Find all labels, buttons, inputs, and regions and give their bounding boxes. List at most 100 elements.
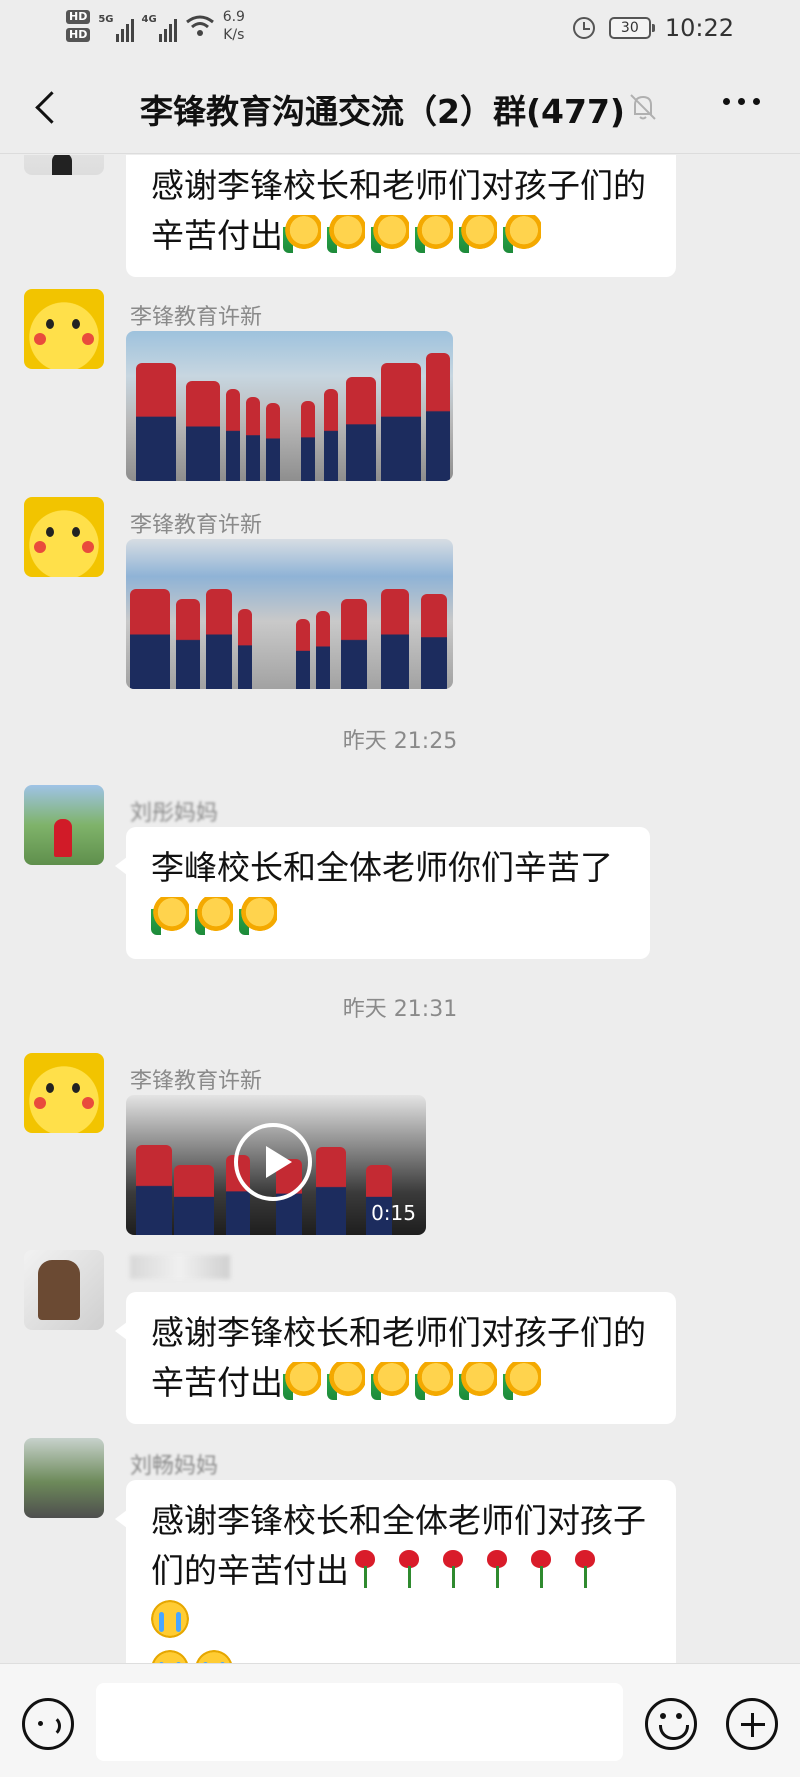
rose-emoji [569,1550,599,1588]
voice-icon[interactable] [22,1698,74,1750]
avatar[interactable] [24,1438,104,1518]
thumbs-up-emoji [371,215,409,253]
photo-person [421,594,447,689]
thumbs-up-emoji [415,215,453,253]
plus-icon[interactable] [726,1698,778,1750]
photo-person [324,389,338,481]
signal-5g-icon: 5G [98,10,134,42]
rose-emoji [481,1550,511,1588]
signal-4g-icon: 4G [142,10,177,42]
message-input[interactable] [96,1683,623,1761]
hd-indicators: HD HD [66,10,91,42]
thumbs-up-emoji [327,215,365,253]
rose-emoji [525,1550,555,1588]
sender-name-blurred [130,1254,230,1279]
sender-name-text: 刘畅妈妈 [130,1454,219,1479]
speed-unit: K/s [223,27,245,43]
bubble-text: 们的辛苦付出 [151,1551,349,1590]
net-label-5g: 5G [98,14,114,25]
signal-bar [125,24,129,42]
battery-icon: 30 [608,17,655,39]
back-icon[interactable] [28,86,68,126]
avatar-figure [52,155,72,175]
thumbs-up-emoji [415,1362,453,1400]
photo-person [176,599,200,689]
hd-badge-2: HD [66,28,91,42]
bubble-text: 感谢李锋校长和老师们对孩子们的 [151,166,646,205]
avatar-figure [54,819,72,857]
photo-person [296,619,310,689]
avatar[interactable] [24,1053,104,1133]
signal-bar [120,29,124,42]
bubble-text: 感谢李锋校长和全体老师们对孩子 [151,1501,646,1540]
signal-bar [163,29,167,42]
video-duration: 0:15 [371,1201,416,1225]
thumbs-up-emoji [503,1362,541,1400]
sender-name: 李锋教育许新 [130,305,263,330]
photo-person [186,381,220,481]
crying-emoji [151,1600,189,1638]
avatar-eyes [46,319,54,329]
sender-name: 刘畅妈妈 [130,1448,218,1480]
bubble-line: 辛苦付出 [151,1358,651,1408]
crying-emoji [151,1650,189,1663]
sender-name: 李锋教育许新 [130,513,263,538]
message-bubble[interactable]: 感谢李锋校长和全体老师们对孩子 们的辛苦付出 [115,1480,676,1663]
bubble-text: 辛苦付出 [151,216,283,255]
emoji-icon[interactable] [645,1698,697,1750]
sender-name-text: 刘彤妈妈 [130,801,219,826]
chat-title: 李锋教育沟通交流（2）群(477) [140,92,626,131]
speed-value: 6.9 [222,9,245,25]
play-icon[interactable] [234,1123,312,1201]
photo-person [426,353,450,481]
avatar[interactable] [24,1250,104,1330]
rose-emoji [393,1550,423,1588]
photo-person [381,589,409,689]
photo-person [266,403,280,481]
thumbs-up-emoji [151,897,189,935]
message-list[interactable]: 感谢李锋校长和老师们对孩子们的 辛苦付出 李锋教育许新 李锋教育许新 昨天 21… [0,155,800,1663]
photo-person [226,389,240,481]
bubble-line [151,1646,651,1663]
avatar[interactable] [24,289,104,369]
sender-name: 李锋教育许新 [130,1069,263,1094]
bubble-text: 感谢李锋校长和老师们对孩子们的 [151,1313,646,1352]
thumbs-up-emoji [283,215,321,253]
image-message[interactable] [126,539,453,689]
thumbs-up-emoji [327,1362,365,1400]
thumbs-up-emoji [239,897,277,935]
avatar[interactable] [24,155,104,175]
avatar-cheeks [34,1097,46,1109]
photo-person [136,363,176,481]
photo-person [174,1165,214,1235]
thumbs-up-emoji [459,215,497,253]
photo-person [301,401,315,481]
wifi-icon [185,15,214,36]
avatar-cheeks [34,333,46,345]
bubble-line: 辛苦付出 [151,211,651,261]
video-message[interactable]: 0:15 [126,1095,426,1235]
image-message[interactable] [126,331,453,481]
photo-person [316,611,330,689]
photo-person [246,397,260,481]
avatar[interactable] [24,497,104,577]
timestamp: 昨天 21:25 [342,729,458,754]
bubble-line [151,893,625,943]
thumbs-up-emoji [283,1362,321,1400]
rose-emoji [349,1550,379,1588]
signal-bar [130,19,134,42]
message-bubble[interactable]: 感谢李锋校长和老师们对孩子们的 辛苦付出 [115,1292,676,1424]
message-bubble[interactable]: 感谢李锋校长和老师们对孩子们的 辛苦付出 [126,155,676,277]
avatar[interactable] [24,785,104,865]
thumbs-up-emoji [503,215,541,253]
network-speed: 6.9 K/s [223,8,245,44]
sender-name: 刘彤妈妈 [130,795,218,827]
more-icon[interactable] [723,98,760,105]
message-bubble[interactable]: 李峰校长和全体老师你们辛苦了 [115,827,650,959]
signal-bar [168,24,172,42]
hd-badge-1: HD [66,10,91,24]
status-bar: HD HD 5G 4G 6.9 K/s 30 10:22 [0,0,800,60]
input-bar [0,1663,800,1777]
rose-emoji [437,1550,467,1588]
avatar-eyes [46,527,54,537]
